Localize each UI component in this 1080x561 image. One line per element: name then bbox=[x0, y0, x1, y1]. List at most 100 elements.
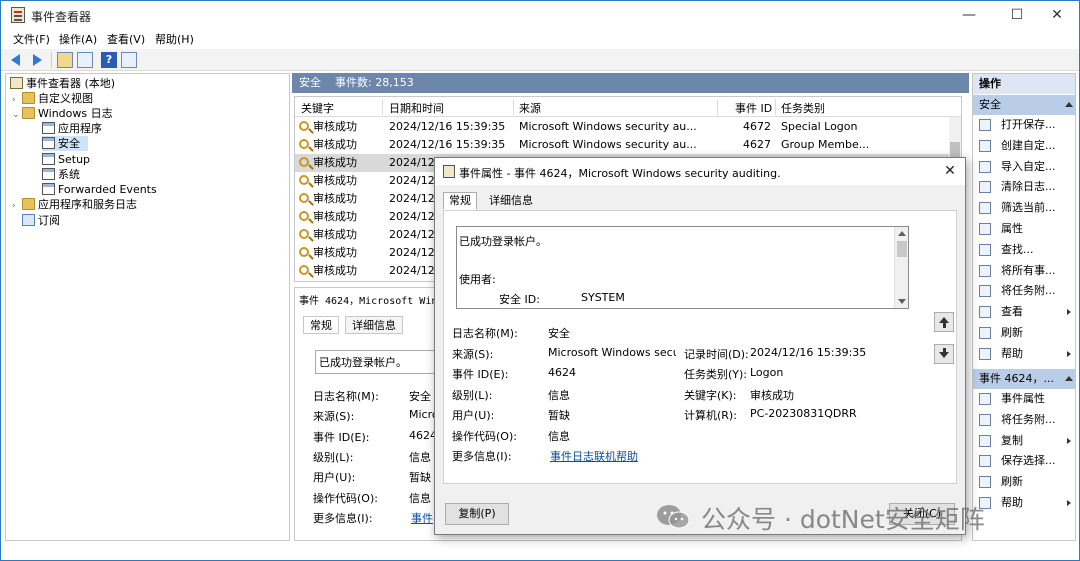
dialog-close-icon[interactable]: ✕ bbox=[941, 162, 959, 180]
action-item[interactable]: 创建自定... bbox=[973, 136, 1075, 156]
cell-text: Group Membe... bbox=[781, 138, 870, 151]
column-divider[interactable] bbox=[513, 99, 514, 115]
close-button[interactable]: ✕ bbox=[1037, 4, 1077, 26]
forward-button[interactable] bbox=[29, 52, 45, 68]
tree-item-label: Forwarded Events bbox=[58, 183, 157, 196]
column-keyword[interactable]: 关键字 bbox=[301, 100, 334, 116]
chevron-right-icon[interactable]: › bbox=[12, 199, 22, 214]
tree-item-forwarded-events[interactable]: Forwarded Events bbox=[42, 182, 157, 197]
dialog-tab-general[interactable]: 常规 bbox=[443, 192, 477, 210]
event-description-box[interactable]: 已成功登录帐户。 使用者: 安全 ID: SYSTEM bbox=[456, 226, 909, 309]
menu-help[interactable]: 帮助(H) bbox=[155, 31, 194, 47]
tree-item-security[interactable]: 安全 bbox=[42, 136, 88, 151]
column-task-category[interactable]: 任务类别 bbox=[781, 100, 825, 116]
help-icon[interactable]: ? bbox=[101, 52, 117, 68]
action-item[interactable]: 刷新 bbox=[973, 323, 1075, 343]
previous-event-button[interactable] bbox=[934, 312, 954, 332]
action-item[interactable]: 帮助 bbox=[973, 344, 1075, 364]
field-value-task-category: Logon bbox=[750, 366, 784, 379]
tree-item-setup[interactable]: Setup bbox=[42, 152, 90, 167]
actions-section-security[interactable]: 安全 bbox=[973, 95, 1075, 115]
preview-tab-details[interactable]: 详细信息 bbox=[345, 316, 403, 334]
title-bar: 事件查看器 — ☐ ✕ bbox=[1, 1, 1079, 29]
cell-text: 审核成功 bbox=[313, 246, 357, 259]
action-item[interactable]: 将所有事... bbox=[973, 261, 1075, 281]
field-value-keywords: 审核成功 bbox=[750, 389, 794, 402]
scroll-down-icon[interactable] bbox=[898, 299, 906, 304]
action-item[interactable]: 将任务附... bbox=[973, 281, 1075, 301]
menu-view[interactable]: 查看(V) bbox=[107, 31, 145, 47]
action-icon bbox=[979, 139, 991, 152]
maximize-button[interactable]: ☐ bbox=[997, 4, 1037, 26]
action-item[interactable]: 查看 bbox=[973, 302, 1075, 322]
action-item[interactable]: 帮助 bbox=[973, 493, 1075, 513]
column-source[interactable]: 来源 bbox=[519, 100, 541, 116]
actions-section-event[interactable]: 事件 4624，... bbox=[973, 369, 1075, 389]
cell-source: Microsoft Windows security au... bbox=[519, 118, 715, 136]
collapse-icon bbox=[1065, 102, 1073, 107]
action-label: 帮助 bbox=[1001, 346, 1023, 360]
column-divider[interactable] bbox=[382, 99, 383, 115]
action-icon bbox=[979, 285, 991, 298]
table-row[interactable]: 审核成功 2024/12/16 15:39:35 Microsoft Windows… bbox=[295, 118, 951, 136]
minimize-button[interactable]: — bbox=[949, 4, 989, 26]
preview-label-user: 用户(U): bbox=[313, 471, 356, 484]
tree-item-application[interactable]: 应用程序 bbox=[42, 121, 102, 136]
folder-icon bbox=[22, 92, 35, 104]
action-item[interactable]: 保存选择... bbox=[973, 451, 1075, 471]
column-datetime[interactable]: 日期和时间 bbox=[389, 100, 444, 116]
tree-item-app-service-logs[interactable]: › 应用程序和服务日志 bbox=[12, 197, 137, 212]
menu-file[interactable]: 文件(F) bbox=[13, 31, 50, 47]
cell-keyword: 审核成功 bbox=[299, 244, 381, 262]
scrollbar-thumb[interactable] bbox=[897, 241, 907, 257]
cell-text: 审核成功 bbox=[313, 174, 357, 187]
scroll-up-icon[interactable] bbox=[898, 231, 906, 236]
column-event-id[interactable]: 事件 ID bbox=[735, 100, 772, 116]
cell-text: 审核成功 bbox=[313, 192, 357, 205]
cell-keyword: 审核成功 bbox=[299, 172, 381, 190]
menu-action[interactable]: 操作(A) bbox=[59, 31, 97, 47]
next-event-button[interactable] bbox=[934, 344, 954, 364]
description-scrollbar[interactable] bbox=[894, 227, 908, 308]
action-icon bbox=[979, 243, 991, 256]
show-hide-tree-icon[interactable] bbox=[77, 52, 93, 68]
preview-more-info-link[interactable]: 事件 bbox=[411, 510, 433, 526]
cell-text: 审核成功 bbox=[313, 210, 357, 223]
action-item[interactable]: 事件属性 bbox=[973, 389, 1075, 409]
tree-item-label: 自定义视图 bbox=[38, 92, 93, 105]
dialog-tab-details[interactable]: 详细信息 bbox=[483, 192, 539, 210]
tree-item-system[interactable]: 系统 bbox=[42, 167, 80, 182]
action-item[interactable]: 复制 bbox=[973, 431, 1075, 451]
action-icon bbox=[979, 119, 991, 131]
back-button[interactable] bbox=[9, 52, 25, 68]
column-divider[interactable] bbox=[775, 99, 776, 115]
chevron-down-icon[interactable]: ⌄ bbox=[12, 108, 22, 123]
preview-tab-general[interactable]: 常规 bbox=[303, 316, 339, 334]
action-item[interactable]: 刷新 bbox=[973, 472, 1075, 492]
up-folder-icon[interactable] bbox=[57, 52, 73, 68]
tree-item-custom-views[interactable]: › 自定义视图 bbox=[12, 91, 93, 106]
event-viewer-window: 事件查看器 — ☐ ✕ 文件(F) 操作(A) 查看(V) 帮助(H) ? 事件… bbox=[0, 0, 1080, 561]
action-item[interactable]: 查找... bbox=[973, 240, 1075, 260]
action-item[interactable]: 将任务附... bbox=[973, 410, 1075, 430]
tree-item-root[interactable]: 事件查看器 (本地) bbox=[10, 76, 115, 91]
action-item[interactable]: 清除日志... bbox=[973, 177, 1075, 197]
action-item[interactable]: 导入自定... bbox=[973, 157, 1075, 177]
tree-item-subscriptions[interactable]: 订阅 bbox=[22, 213, 60, 228]
tree-item-windows-logs[interactable]: ⌄ Windows 日志 bbox=[12, 106, 113, 121]
tree-item-label: Windows 日志 bbox=[38, 107, 113, 120]
section-label: 安全 bbox=[979, 98, 1001, 111]
subscriptions-icon bbox=[22, 214, 35, 226]
more-info-link[interactable]: 事件日志联机帮助 bbox=[550, 448, 638, 464]
table-row[interactable]: 审核成功 2024/12/16 15:39:35 Microsoft Windows… bbox=[295, 136, 951, 154]
copy-button[interactable]: 复制(P) bbox=[445, 503, 509, 525]
action-item[interactable]: 打开保存... bbox=[973, 115, 1075, 135]
column-divider[interactable] bbox=[717, 99, 718, 115]
show-hide-action-pane-icon[interactable] bbox=[121, 52, 137, 68]
action-item[interactable]: 属性 bbox=[973, 219, 1075, 239]
field-label-opcode: 操作代码(O): bbox=[452, 430, 517, 443]
description-line: 使用者: bbox=[459, 273, 496, 286]
cell-text: 2024/12/ bbox=[389, 174, 439, 187]
action-item[interactable]: 筛选当前... bbox=[973, 198, 1075, 218]
collapse-icon bbox=[1065, 376, 1073, 381]
